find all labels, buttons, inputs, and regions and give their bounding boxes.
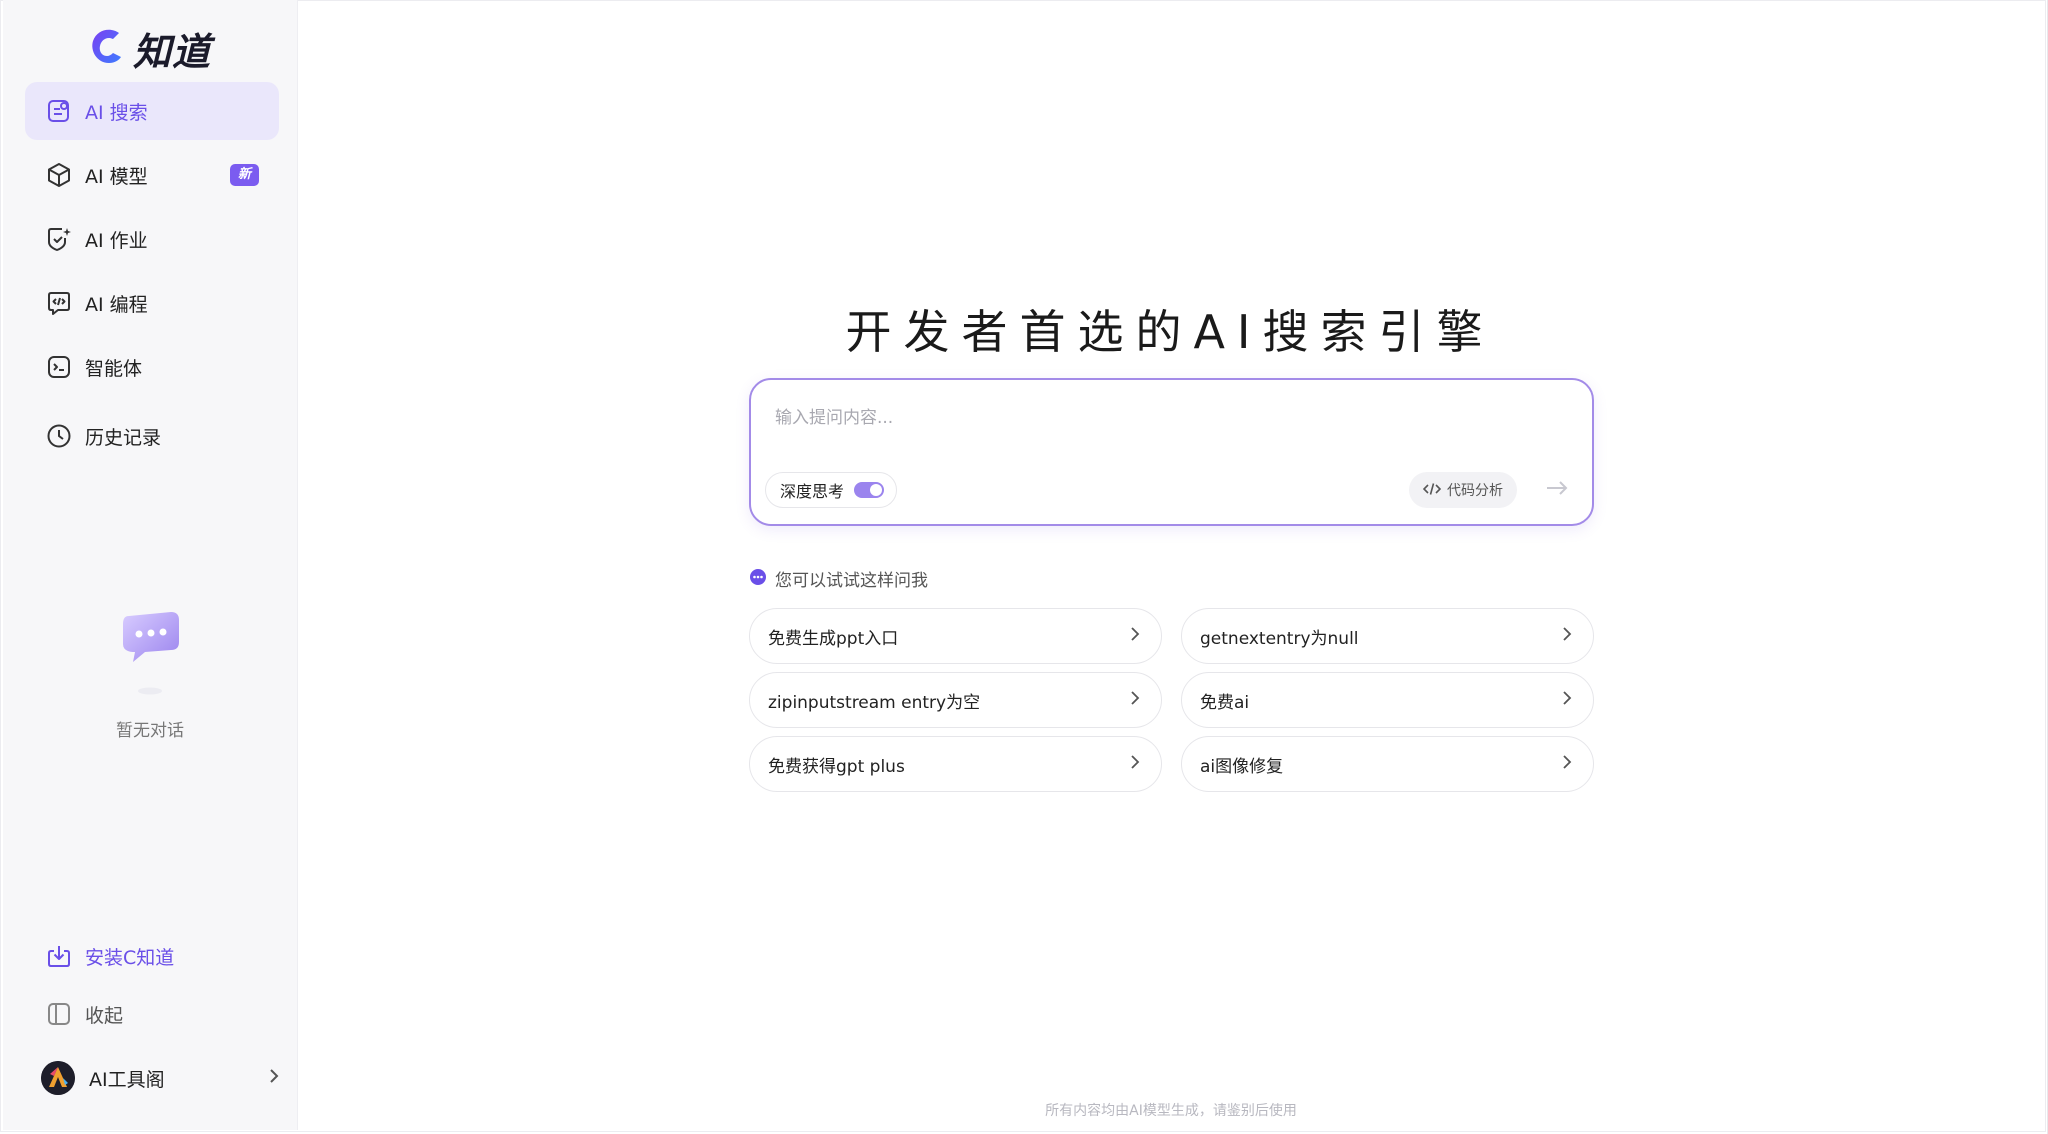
suggestion-label: 免费ai bbox=[1200, 692, 1250, 713]
clock-icon bbox=[45, 422, 73, 450]
search-box: 深度思考 代码分析 bbox=[749, 378, 1594, 526]
suggestion-label: 免费生成ppt入口 bbox=[768, 628, 899, 649]
search-doc-icon bbox=[45, 97, 73, 125]
empty-conversations: 暂无对话 bbox=[3, 608, 297, 741]
sidebar-item-agent[interactable]: 智能体 bbox=[25, 338, 279, 396]
page-title: 开发者首选的AI搜索引擎 bbox=[845, 305, 1495, 359]
sidebar-item-label: 智能体 bbox=[85, 357, 143, 380]
sidebar-item-label: AI 搜索 bbox=[85, 101, 148, 124]
empty-text: 暂无对话 bbox=[116, 721, 184, 741]
code-analysis-button[interactable]: 代码分析 bbox=[1409, 472, 1517, 508]
sidebar-item-label: AI 编程 bbox=[85, 293, 148, 316]
chat-bubble-icon bbox=[115, 612, 185, 702]
collapse-label: 收起 bbox=[85, 1004, 124, 1027]
avatar bbox=[41, 1061, 75, 1095]
sidebar-toggle-icon bbox=[45, 1000, 73, 1028]
sidebar-item-ai-search[interactable]: AI 搜索 bbox=[25, 82, 279, 140]
new-badge: 新 bbox=[229, 164, 259, 186]
sidebar-item-ai-coding[interactable]: AI 编程 bbox=[25, 274, 279, 332]
sidebar-item-ai-model[interactable]: AI 模型 新 bbox=[25, 146, 279, 204]
sidebar-item-label: 历史记录 bbox=[85, 426, 162, 449]
disclaimer-text: 所有内容均由AI模型生成，请鉴别后使用 bbox=[1045, 1103, 1297, 1119]
chat-dots-icon bbox=[749, 568, 767, 590]
chevron-right-icon bbox=[1129, 689, 1141, 711]
logo-text: 知道 bbox=[133, 29, 212, 74]
arrow-right-icon bbox=[1545, 480, 1569, 500]
chevron-right-icon bbox=[1561, 753, 1573, 775]
code-analysis-label: 代码分析 bbox=[1447, 483, 1503, 499]
chevron-right-icon bbox=[1129, 753, 1141, 775]
user-name: AI工具阁 bbox=[89, 1068, 165, 1091]
suggest-title: 您可以试试这样问我 bbox=[749, 566, 928, 591]
cube-icon bbox=[45, 161, 73, 189]
send-button[interactable] bbox=[1541, 474, 1573, 506]
chevron-right-icon bbox=[1561, 689, 1573, 711]
suggestion-chip[interactable]: 免费生成ppt入口 bbox=[749, 608, 1162, 664]
logo[interactable]: 知道 bbox=[89, 26, 211, 74]
shield-star-icon bbox=[45, 225, 73, 253]
sidebar-item-label: AI 作业 bbox=[85, 229, 148, 252]
suggestion-label: 免费获得gpt plus bbox=[768, 756, 905, 777]
suggest-title-text: 您可以试试这样问我 bbox=[775, 571, 928, 591]
toggle-switch[interactable] bbox=[854, 482, 885, 498]
sidebar-item-history[interactable]: 历史记录 bbox=[25, 407, 279, 465]
chevron-right-icon bbox=[1129, 625, 1141, 647]
suggestion-chip[interactable]: getnextentry为null bbox=[1181, 608, 1594, 664]
suggestion-chip[interactable]: zipinputstream entry为空 bbox=[749, 672, 1162, 728]
app-frame bbox=[0, 0, 2046, 1132]
code-icon bbox=[1422, 481, 1442, 500]
suggestion-chip[interactable]: ai图像修复 bbox=[1181, 736, 1594, 792]
suggestion-label: getnextentry为null bbox=[1200, 628, 1359, 649]
logo-mark-icon bbox=[89, 27, 125, 69]
sidebar: 知道 AI 搜索 AI 模型 新 AI 作业 AI 编程 智能体 历史记录 暂无… bbox=[3, 0, 298, 1130]
suggestion-label: ai图像修复 bbox=[1200, 756, 1284, 777]
sidebar-item-ai-homework[interactable]: AI 作业 bbox=[25, 210, 279, 268]
chevron-right-icon bbox=[1561, 625, 1573, 647]
suggestion-chip[interactable]: 免费获得gpt plus bbox=[749, 736, 1162, 792]
terminal-icon bbox=[45, 353, 73, 381]
code-chat-icon bbox=[45, 289, 73, 317]
download-icon bbox=[45, 942, 73, 970]
user-profile[interactable]: AI工具阁 bbox=[41, 1058, 281, 1098]
install-label: 安装C知道 bbox=[85, 946, 175, 969]
deep-think-toggle[interactable]: 深度思考 bbox=[765, 472, 898, 508]
install-button[interactable]: 安装C知道 bbox=[25, 932, 279, 980]
chevron-right-icon bbox=[267, 1067, 281, 1089]
suggestion-label: zipinputstream entry为空 bbox=[768, 692, 981, 713]
deep-think-label: 深度思考 bbox=[780, 482, 845, 501]
sidebar-item-label: AI 模型 bbox=[85, 165, 148, 188]
collapse-button[interactable]: 收起 bbox=[25, 990, 279, 1038]
search-input[interactable] bbox=[773, 402, 1557, 434]
suggestion-chip[interactable]: 免费ai bbox=[1181, 672, 1594, 728]
